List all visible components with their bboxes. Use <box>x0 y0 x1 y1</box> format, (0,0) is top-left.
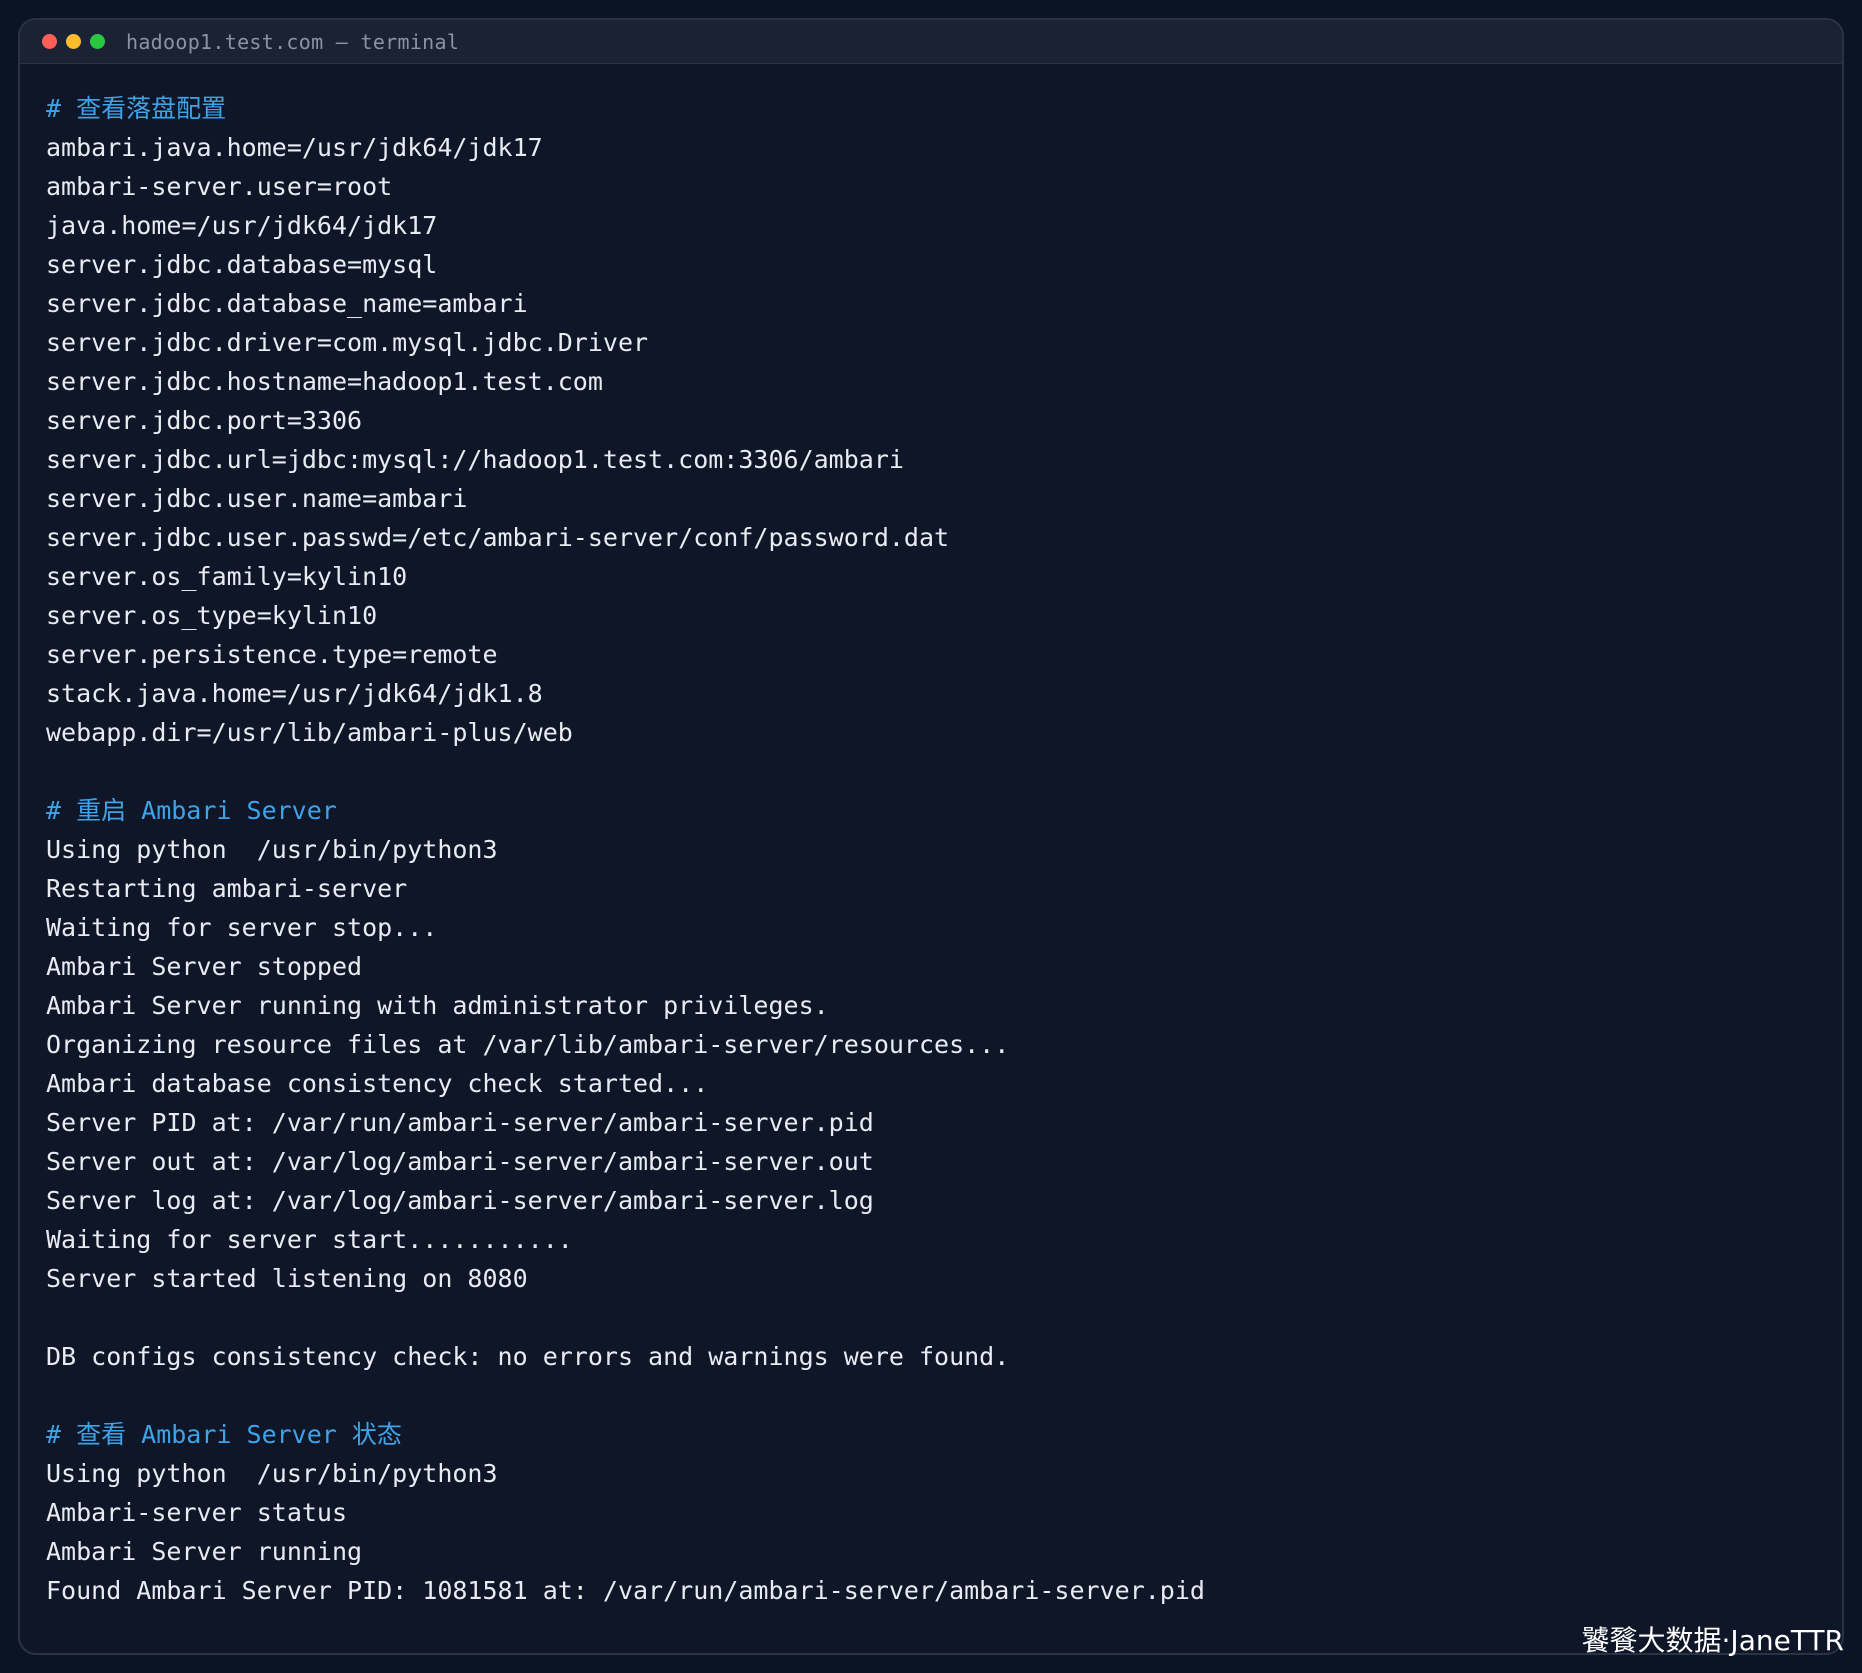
output-line: Ambari database consistency check starte… <box>46 1069 709 1098</box>
terminal-window: hadoop1.test.com — terminal # 查看落盘配置 amba… <box>18 18 1844 1655</box>
minimize-button[interactable] <box>66 34 81 49</box>
output-line: Ambari Server running with administrator… <box>46 991 829 1020</box>
output-line: Using python /usr/bin/python3 <box>46 835 498 864</box>
output-line: server.persistence.type=remote <box>46 640 498 669</box>
output-line: Organizing resource files at /var/lib/am… <box>46 1030 1010 1059</box>
title-bar: hadoop1.test.com — terminal <box>20 20 1842 64</box>
output-line: Server log at: /var/log/ambari-server/am… <box>46 1186 874 1215</box>
output-line: java.home=/usr/jdk64/jdk17 <box>46 211 438 240</box>
output-line: server.jdbc.driver=com.mysql.jdbc.Driver <box>46 328 649 357</box>
output-line: Ambari Server running <box>46 1537 363 1566</box>
output-line: ambari.java.home=/usr/jdk64/jdk17 <box>46 133 543 162</box>
output-line: Using python /usr/bin/python3 <box>46 1459 498 1488</box>
terminal-output[interactable]: # 查看落盘配置 ambari.java.home=/usr/jdk64/jdk1… <box>20 64 1842 1610</box>
window-title: hadoop1.test.com — terminal <box>126 29 460 54</box>
output-line: Server out at: /var/log/ambari-server/am… <box>46 1147 874 1176</box>
output-line: DB configs consistency check: no errors … <box>46 1342 1010 1371</box>
maximize-button[interactable] <box>90 34 105 49</box>
output-line: server.jdbc.user.name=ambari <box>46 484 468 513</box>
output-line: Ambari-server status <box>46 1498 348 1527</box>
output-line: Server started listening on 8080 <box>46 1264 528 1293</box>
output-line: Found Ambari Server PID: 1081581 at: /va… <box>46 1576 1205 1605</box>
output-line: Server PID at: /var/run/ambari-server/am… <box>46 1108 874 1137</box>
output-line: Waiting for server stop... <box>46 913 438 942</box>
watermark: 饕餮大数据·JaneTTR <box>1581 1624 1844 1657</box>
comment-line: # 查看 Ambari Server 状态 <box>46 1420 402 1449</box>
output-line: ambari-server.user=root <box>46 172 393 201</box>
output-line: server.jdbc.database_name=ambari <box>46 289 528 318</box>
output-line: server.os_family=kylin10 <box>46 562 408 591</box>
output-line: stack.java.home=/usr/jdk64/jdk1.8 <box>46 679 543 708</box>
output-line: server.jdbc.port=3306 <box>46 406 363 435</box>
output-line: Ambari Server stopped <box>46 952 363 981</box>
comment-line: # 查看落盘配置 <box>46 94 227 123</box>
output-line: server.jdbc.database=mysql <box>46 250 438 279</box>
output-line: server.jdbc.user.passwd=/etc/ambari-serv… <box>46 523 950 552</box>
output-line: Waiting for server start........... <box>46 1225 573 1254</box>
output-line: webapp.dir=/usr/lib/ambari-plus/web <box>46 718 573 747</box>
output-line: server.jdbc.url=jdbc:mysql://hadoop1.tes… <box>46 445 904 474</box>
output-line: server.os_type=kylin10 <box>46 601 378 630</box>
output-line: Restarting ambari-server <box>46 874 408 903</box>
comment-line: # 重启 Ambari Server <box>46 796 337 825</box>
close-button[interactable] <box>42 34 57 49</box>
output-line: server.jdbc.hostname=hadoop1.test.com <box>46 367 603 396</box>
